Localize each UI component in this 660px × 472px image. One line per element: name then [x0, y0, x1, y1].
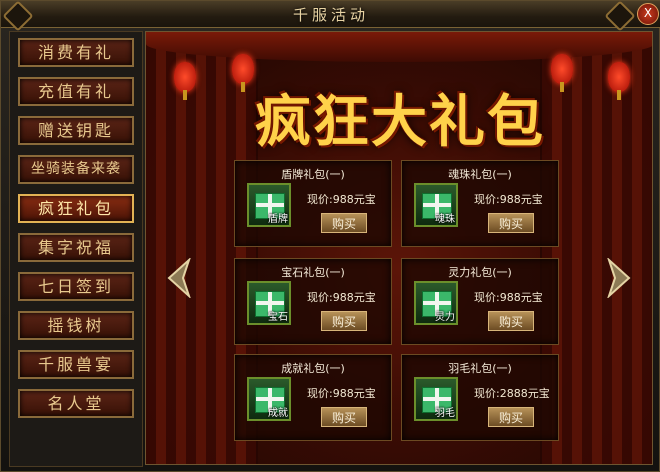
- gift-item-label: 成就: [268, 408, 288, 419]
- buy-button[interactable]: 购买: [321, 213, 367, 233]
- package-price: 现价:988元宝: [307, 387, 376, 400]
- gift-item-label: 宝石: [268, 312, 288, 323]
- package-title: 成就礼包(一): [281, 362, 345, 375]
- sidebar-item-recharge-gift[interactable]: 充值有礼: [18, 77, 134, 106]
- arrow-left-icon[interactable]: [167, 258, 191, 298]
- lantern-icon: [174, 62, 196, 100]
- package-price: 现价:988元宝: [474, 193, 543, 206]
- sidebar-item-beast-feast[interactable]: 千服兽宴: [18, 350, 134, 379]
- package-title: 灵力礼包(一): [448, 266, 512, 279]
- package-card: 成就礼包(一) 成就 现价:988元宝 购买: [234, 354, 392, 441]
- package-card: 宝石礼包(一) 宝石 现价:988元宝 购买: [234, 258, 392, 345]
- title-bar: 千服活动 X: [1, 1, 660, 28]
- gift-icon[interactable]: 灵力: [414, 281, 458, 325]
- activity-window: 千服活动 X 消费有礼 充值有礼 赠送钥匙 坐骑装备来袭 疯狂礼包 集字祝福 七…: [0, 0, 660, 472]
- sidebar-item-give-keys[interactable]: 赠送钥匙: [18, 116, 134, 145]
- sidebar-item-hall-of-fame[interactable]: 名人堂: [18, 389, 134, 418]
- sidebar-item-consume-gift[interactable]: 消费有礼: [18, 38, 134, 67]
- gift-icon[interactable]: 魂珠: [414, 183, 458, 227]
- buy-button[interactable]: 购买: [321, 311, 367, 331]
- gift-item-label: 灵力: [435, 312, 455, 323]
- package-title: 魂珠礼包(一): [448, 168, 512, 181]
- package-card: 盾牌礼包(一) 盾牌 现价:988元宝 购买: [234, 160, 392, 247]
- sidebar-item-money-tree[interactable]: 摇钱树: [18, 311, 134, 340]
- gift-icon[interactable]: 成就: [247, 377, 291, 421]
- crazy-pack-banner: 疯狂大礼包: [255, 89, 545, 155]
- package-title: 宝石礼包(一): [281, 266, 345, 279]
- close-button[interactable]: X: [637, 3, 659, 25]
- package-price: 现价:2888元宝: [474, 387, 550, 400]
- gift-icon[interactable]: 羽毛: [414, 377, 458, 421]
- activity-sidebar: 消费有礼 充值有礼 赠送钥匙 坐骑装备来袭 疯狂礼包 集字祝福 七日签到 摇钱树…: [9, 31, 143, 467]
- package-title: 羽毛礼包(一): [448, 362, 512, 375]
- gift-item-label: 羽毛: [435, 408, 455, 419]
- sidebar-item-mount-equipment[interactable]: 坐骑装备来袭: [18, 155, 134, 184]
- gift-icon[interactable]: 宝石: [247, 281, 291, 325]
- lantern-icon: [608, 62, 630, 100]
- package-card: 灵力礼包(一) 灵力 现价:988元宝 购买: [401, 258, 559, 345]
- gift-item-label: 盾牌: [268, 214, 288, 225]
- crazy-pack-panel: 疯狂大礼包 盾牌礼包(一) 盾牌 现价:988元宝 购买 魂珠礼包(一) 魂珠 …: [145, 31, 653, 465]
- package-card: 魂珠礼包(一) 魂珠 现价:988元宝 购买: [401, 160, 559, 247]
- package-price: 现价:988元宝: [307, 193, 376, 206]
- buy-button[interactable]: 购买: [488, 407, 534, 427]
- sidebar-item-seven-day-signin[interactable]: 七日签到: [18, 272, 134, 301]
- gift-item-label: 魂珠: [435, 214, 455, 225]
- buy-button[interactable]: 购买: [488, 311, 534, 331]
- buy-button[interactable]: 购买: [488, 213, 534, 233]
- package-price: 现价:988元宝: [474, 291, 543, 304]
- sidebar-item-crazy-pack[interactable]: 疯狂礼包: [18, 194, 134, 223]
- gift-icon[interactable]: 盾牌: [247, 183, 291, 227]
- window-title: 千服活动: [292, 6, 369, 24]
- lantern-icon: [551, 54, 573, 92]
- buy-button[interactable]: 购买: [321, 407, 367, 427]
- arrow-right-icon[interactable]: [607, 258, 631, 298]
- sidebar-item-collect-words[interactable]: 集字祝福: [18, 233, 134, 262]
- package-card: 羽毛礼包(一) 羽毛 现价:2888元宝 购买: [401, 354, 559, 441]
- package-title: 盾牌礼包(一): [281, 168, 345, 181]
- package-price: 现价:988元宝: [307, 291, 376, 304]
- lantern-icon: [232, 54, 254, 92]
